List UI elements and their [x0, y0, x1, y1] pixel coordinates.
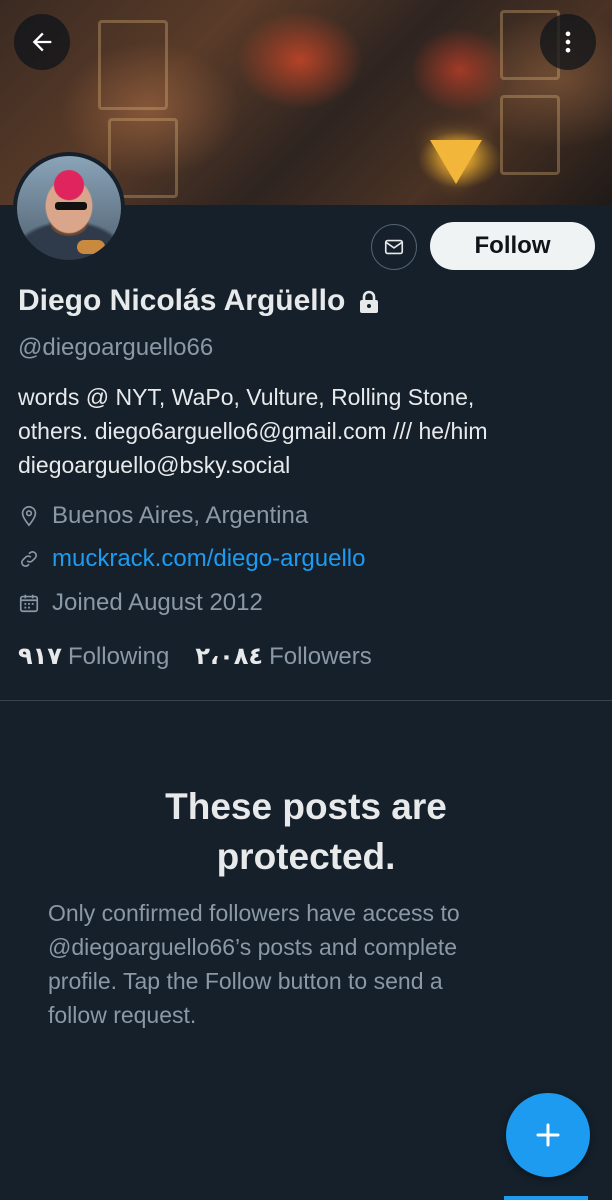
- profile-stats: ٩١٧ Following ٢،٠٨٤ Followers: [18, 642, 372, 671]
- back-button[interactable]: [14, 14, 70, 70]
- envelope-icon: [384, 239, 404, 255]
- followers-link[interactable]: ٢،٠٨٤ Followers: [195, 642, 371, 671]
- location-text: Buenos Aires, Argentina: [52, 502, 309, 529]
- protected-body-line: Only confirmed followers have access to: [48, 900, 460, 926]
- follow-button[interactable]: Follow: [430, 222, 595, 270]
- link-icon: [21, 551, 37, 567]
- following-link[interactable]: ٩١٧ Following: [18, 642, 169, 671]
- section-divider: [0, 700, 612, 701]
- bio-line: diegoarguello@bsky.social: [18, 452, 291, 478]
- protected-body-line: profile. Tap the Follow button to send a: [48, 968, 443, 994]
- message-button[interactable]: [371, 224, 417, 270]
- profile-joined: Joined August 2012: [18, 589, 263, 617]
- profile-name-row: Diego Nicolás Argüello: [18, 284, 381, 318]
- protected-notice-title: These posts are protected.: [0, 782, 612, 882]
- calendar-icon: [19, 594, 39, 613]
- protected-body-line: @diegoarguello66’s posts and complete: [48, 934, 458, 960]
- avatar-sunglasses: [55, 202, 87, 210]
- compose-post-button[interactable]: [506, 1093, 590, 1177]
- banner-art-panel: [98, 20, 168, 110]
- profile-location: Buenos Aires, Argentina: [18, 502, 308, 530]
- joined-text: Joined August 2012: [52, 589, 263, 616]
- protected-body-line: follow request.: [48, 1002, 197, 1028]
- profile-bio: words @ NYT, WaPo, Vulture, Rolling Ston…: [18, 380, 598, 482]
- protected-title-line: protected.: [216, 836, 396, 877]
- bio-line: others. diego6arguello6@gmail.com /// he…: [18, 418, 488, 444]
- bio-line: words @ NYT, WaPo, Vulture, Rolling Ston…: [18, 384, 475, 410]
- profile-handle: @diegoarguello66: [18, 334, 214, 361]
- protected-notice-body: Only confirmed followers have access to …: [48, 896, 568, 1032]
- avatar[interactable]: [13, 152, 125, 264]
- following-count: ٩١٧: [18, 643, 62, 670]
- followers-label: Followers: [269, 643, 372, 670]
- followers-count: ٢،٠٨٤: [195, 643, 264, 670]
- banner-glow-triangle: [430, 140, 482, 184]
- more-options-button[interactable]: [540, 14, 596, 70]
- lock-icon: [360, 290, 379, 313]
- bottom-tab-indicator: [504, 1196, 588, 1200]
- arrow-left-icon: [32, 32, 52, 52]
- following-label: Following: [67, 643, 170, 670]
- profile-website: muckrack.com/diego-arguello: [18, 545, 365, 573]
- website-link[interactable]: muckrack.com/diego-arguello: [52, 545, 365, 573]
- more-vertical-icon: [565, 31, 571, 53]
- banner-art-panel: [500, 95, 560, 175]
- plus-icon: [536, 1123, 560, 1147]
- protected-title-line: These posts are: [165, 786, 447, 827]
- profile-name: Diego Nicolás Argüello: [18, 284, 346, 317]
- location-pin-icon: [21, 506, 37, 527]
- avatar-food: [77, 240, 105, 254]
